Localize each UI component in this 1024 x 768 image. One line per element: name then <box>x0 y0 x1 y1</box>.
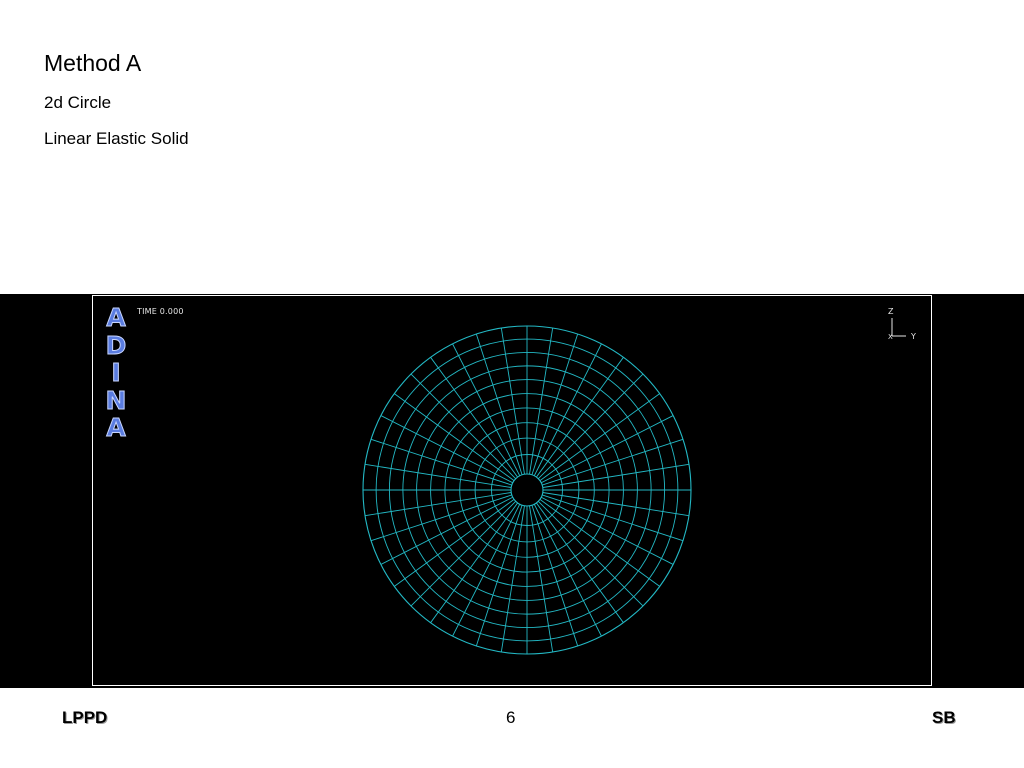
mesh-spoke <box>364 492 512 517</box>
mesh-spoke <box>542 492 690 517</box>
footer-left-label: LPPD <box>62 708 108 727</box>
mesh-spoke <box>529 327 554 475</box>
slide-title: Method A <box>44 50 142 76</box>
footer-right-label: SB <box>932 708 956 727</box>
mesh-spoke <box>542 463 690 488</box>
slide-subtitle-material: Linear Elastic Solid <box>44 129 189 148</box>
mesh-spoke <box>537 500 644 607</box>
mesh-hole-boundary <box>510 473 544 507</box>
mesh-spoke <box>410 500 517 607</box>
mesh-spoke <box>500 327 525 475</box>
adina-mesh-figure: A D I N A TIME 0.000 Z X Y <box>0 294 1024 688</box>
page-number: 6 <box>506 708 516 727</box>
mesh-spoke <box>537 373 644 480</box>
circle-mesh <box>362 325 692 655</box>
mesh-spoke <box>500 505 525 653</box>
mesh-spoke <box>529 505 554 653</box>
slide: Method A 2d Circle Linear Elastic Solid … <box>0 0 1024 768</box>
slide-subtitle-geometry: 2d Circle <box>44 93 112 112</box>
mesh-spoke <box>410 373 517 480</box>
mesh-spoke <box>364 463 512 488</box>
